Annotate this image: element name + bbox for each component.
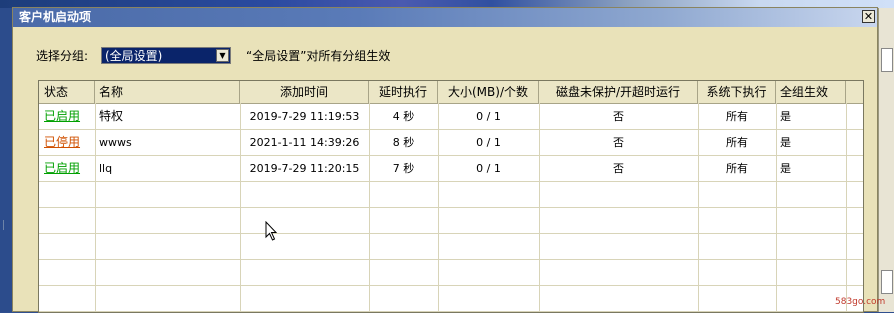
item-system: 所有	[726, 110, 748, 123]
startup-items-dialog: 客户机启动项 ✕ 选择分组: (全局设置) ▼ “全局设置”对所有分组生效 状态…	[12, 7, 878, 313]
background-app-left-panel	[0, 8, 12, 312]
background-scroll-button	[881, 48, 893, 72]
item-delay: 8 秒	[392, 136, 415, 149]
item-all-groups: 是	[780, 136, 791, 149]
header-all-groups[interactable]: 全组生效	[776, 81, 846, 103]
item-name: 特权	[99, 109, 124, 123]
item-added-time: 2021-1-11 14:39:26	[249, 136, 360, 149]
item-size-count: 0 / 1	[476, 162, 501, 175]
background-scroll-button	[881, 270, 893, 294]
item-name: wwws	[99, 136, 132, 149]
header-system[interactable]: 系统下执行	[698, 81, 776, 103]
header-added-time[interactable]: 添加时间	[240, 81, 369, 103]
close-button[interactable]: ✕	[862, 10, 875, 23]
item-all-groups: 是	[780, 110, 791, 123]
table-row[interactable]: 已停用 wwws 2021-1-11 14:39:26 8 秒 0 / 1 否 …	[39, 130, 863, 155]
chevron-down-icon[interactable]: ▼	[216, 49, 229, 62]
header-name[interactable]: 名称	[95, 81, 240, 103]
item-added-time: 2019-7-29 11:20:15	[249, 162, 360, 175]
item-unprotected: 否	[613, 136, 624, 149]
table-row[interactable]: 已启用 特权 2019-7-29 11:19:53 4 秒 0 / 1 否 所有…	[39, 104, 863, 129]
item-size-count: 0 / 1	[476, 136, 501, 149]
item-delay: 7 秒	[392, 162, 415, 175]
item-system: 所有	[726, 136, 748, 149]
item-delay: 4 秒	[392, 110, 415, 123]
table-header: 状态 名称 添加时间 延时执行 大小(MB)/个数 磁盘未保护/开超时运行 系统…	[39, 81, 863, 104]
watermark: 583go.com	[835, 297, 886, 307]
group-select-value: (全局设置)	[105, 49, 163, 63]
item-all-groups: 是	[780, 162, 791, 175]
header-delay[interactable]: 延时执行	[369, 81, 438, 103]
background-app-right-panel	[878, 8, 894, 312]
mouse-cursor-icon	[265, 221, 278, 241]
table-row[interactable]: 已启用 llq 2019-7-29 11:20:15 7 秒 0 / 1 否 所…	[39, 156, 863, 181]
dialog-title: 客户机启动项	[19, 10, 92, 24]
item-size-count: 0 / 1	[476, 110, 501, 123]
item-added-time: 2019-7-29 11:19:53	[249, 110, 360, 123]
group-select[interactable]: (全局设置) ▼	[101, 47, 231, 64]
header-unprotected-timeout[interactable]: 磁盘未保护/开超时运行	[539, 81, 698, 103]
header-status[interactable]: 状态	[39, 81, 95, 103]
group-note: “全局设置”对所有分组生效	[246, 49, 391, 63]
item-unprotected: 否	[613, 110, 624, 123]
status-toggle-link[interactable]: 已启用	[44, 161, 80, 175]
header-size-count[interactable]: 大小(MB)/个数	[438, 81, 539, 103]
status-toggle-link[interactable]: 已停用	[44, 135, 80, 149]
group-select-label: 选择分组:	[36, 49, 89, 63]
header-filler	[846, 81, 863, 103]
close-icon: ✕	[863, 10, 874, 23]
status-toggle-link[interactable]: 已启用	[44, 109, 80, 123]
startup-items-table: 状态 名称 添加时间 延时执行 大小(MB)/个数 磁盘未保护/开超时运行 系统…	[38, 80, 864, 313]
item-unprotected: 否	[613, 162, 624, 175]
dialog-titlebar[interactable]: 客户机启动项 ✕	[13, 8, 877, 27]
item-name: llq	[99, 162, 113, 175]
item-system: 所有	[726, 162, 748, 175]
